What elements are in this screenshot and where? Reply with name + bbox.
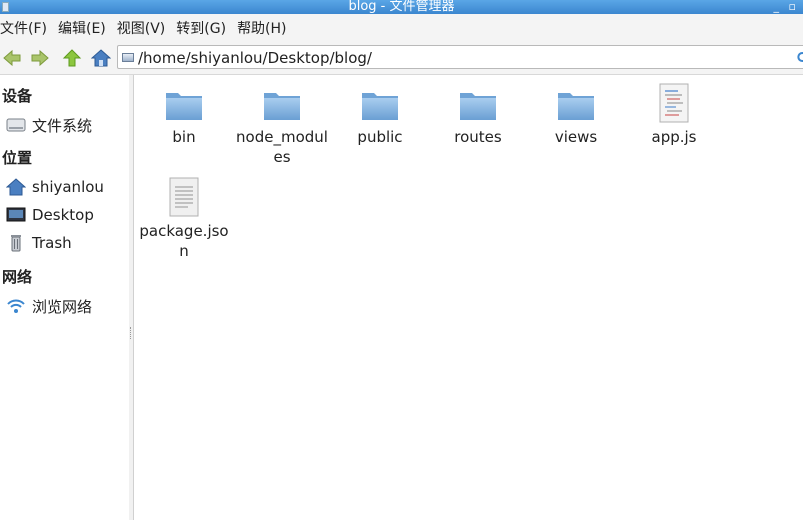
drive-icon bbox=[6, 115, 28, 135]
file-manager-window: blog - 文件管理器 _ ▫ 文件(F) 编辑(E) 视图(V) 转到(G)… bbox=[0, 0, 803, 520]
folder-icon bbox=[558, 93, 594, 120]
file-name: views bbox=[554, 128, 598, 146]
sidebar-item-network[interactable]: 浏览网络 bbox=[6, 295, 92, 317]
menu-view[interactable]: 视图(V) bbox=[117, 18, 171, 38]
sidebar-item-label: shiyanlou bbox=[32, 178, 104, 196]
home-icon bbox=[6, 177, 28, 197]
sidebar: 设备 文件系统 位置 shiyanlou Desktop Trash 网络 浏览… bbox=[0, 75, 130, 520]
location-bar[interactable]: /home/shiyanlou/Desktop/blog/ bbox=[117, 45, 803, 69]
file-item-text[interactable]: package.json bbox=[138, 177, 230, 261]
back-arrow-icon[interactable] bbox=[2, 48, 22, 68]
menu-edit[interactable]: 编辑(E) bbox=[58, 18, 111, 38]
file-name: app.js bbox=[651, 128, 697, 146]
file-name: routes bbox=[454, 128, 502, 146]
folder-icon bbox=[264, 93, 300, 120]
sidebar-item-label: 浏览网络 bbox=[32, 297, 93, 316]
script-file-icon bbox=[659, 83, 689, 123]
file-item-folder[interactable]: routes bbox=[432, 87, 524, 147]
file-item-script[interactable]: app.js bbox=[628, 83, 720, 147]
sidebar-item-label: Trash bbox=[32, 234, 72, 252]
sidebar-item-label: 文件系统 bbox=[32, 116, 93, 135]
title-bar[interactable]: blog - 文件管理器 _ ▫ bbox=[0, 0, 803, 14]
sidebar-item-filesystem[interactable]: 文件系统 bbox=[6, 114, 92, 136]
network-icon bbox=[6, 296, 28, 316]
window-title: blog - 文件管理器 bbox=[348, 0, 455, 14]
folder-icon bbox=[166, 93, 202, 120]
file-icon-view: bin node_modules public routes views app… bbox=[134, 75, 803, 520]
up-arrow-icon[interactable] bbox=[62, 48, 82, 68]
sidebar-item-label: Desktop bbox=[32, 206, 94, 224]
window-menu-icon[interactable] bbox=[2, 2, 9, 12]
menu-bar: 文件(F) 编辑(E) 视图(V) 转到(G) 帮助(H) bbox=[0, 14, 803, 42]
text-file-icon bbox=[169, 177, 199, 217]
file-name: node_modules bbox=[236, 128, 328, 166]
section-devices: 设备 bbox=[2, 87, 33, 105]
menu-file[interactable]: 文件(F) bbox=[0, 18, 52, 38]
file-name: public bbox=[357, 128, 403, 146]
drive-icon bbox=[122, 53, 134, 62]
forward-arrow-icon[interactable] bbox=[30, 48, 50, 68]
toolbar: /home/shiyanlou/Desktop/blog/ bbox=[0, 42, 803, 75]
sidebar-item-trash[interactable]: Trash bbox=[6, 232, 72, 254]
splitter-grip-icon bbox=[130, 327, 132, 339]
file-name: package.json bbox=[139, 222, 229, 260]
desktop-icon bbox=[6, 205, 28, 225]
menu-go[interactable]: 转到(G) bbox=[176, 18, 231, 38]
home-button-icon[interactable] bbox=[91, 48, 111, 68]
file-name: bin bbox=[172, 128, 196, 146]
sidebar-item-home[interactable]: shiyanlou bbox=[6, 176, 104, 198]
trash-icon bbox=[6, 233, 28, 253]
folder-icon bbox=[362, 93, 398, 120]
section-network: 网络 bbox=[2, 268, 33, 286]
window-controls[interactable]: _ ▫ bbox=[774, 0, 799, 13]
section-places: 位置 bbox=[2, 149, 33, 167]
file-item-folder[interactable]: views bbox=[530, 87, 622, 147]
file-item-folder[interactable]: bin bbox=[138, 87, 230, 147]
reload-icon[interactable] bbox=[796, 50, 803, 64]
folder-icon bbox=[460, 93, 496, 120]
file-item-folder[interactable]: node_modules bbox=[236, 87, 328, 167]
menu-help[interactable]: 帮助(H) bbox=[237, 18, 291, 38]
file-item-folder[interactable]: public bbox=[334, 87, 426, 147]
location-path[interactable]: /home/shiyanlou/Desktop/blog/ bbox=[138, 49, 372, 67]
sidebar-item-desktop[interactable]: Desktop bbox=[6, 204, 94, 226]
